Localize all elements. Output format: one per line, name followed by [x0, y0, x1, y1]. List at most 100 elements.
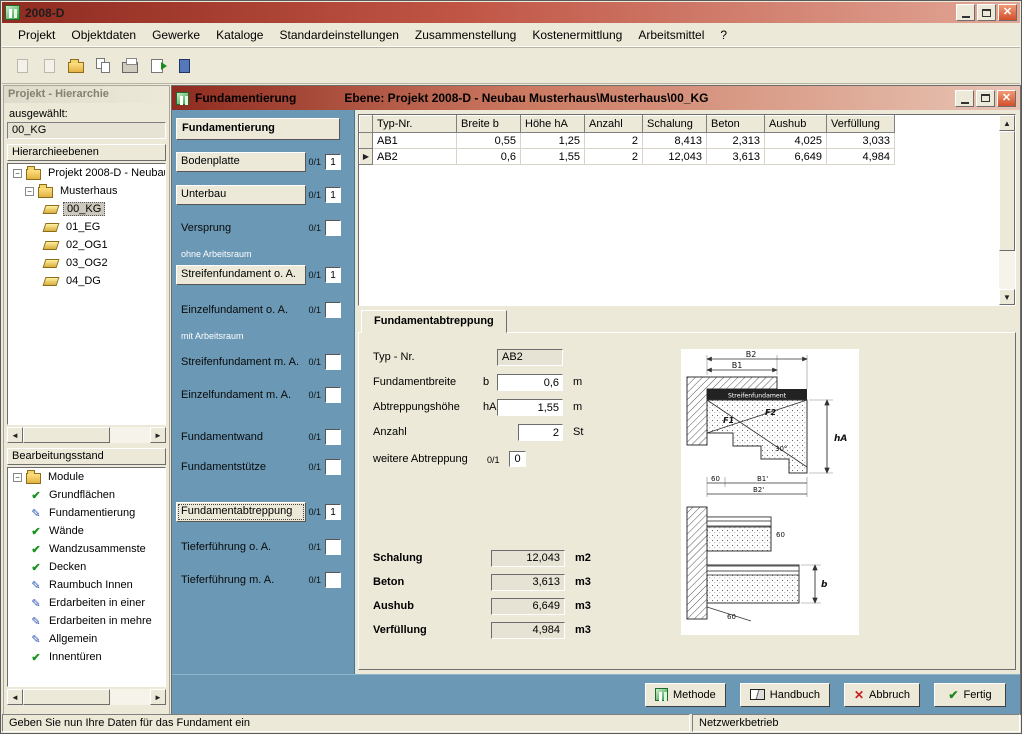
cell-hoehe[interactable]: 1,55	[521, 149, 585, 165]
streifenfundament-oa-button[interactable]: Streifenfundament o. A.	[176, 265, 306, 285]
table-row-ab2-selected[interactable]: ▶ AB2 0,6 1,55 2 12,043 3,613 6,649 4,98…	[360, 149, 895, 165]
tree-node-01eg[interactable]: 01_EG	[8, 218, 165, 236]
unterbau-button[interactable]: Unterbau	[176, 185, 306, 205]
menu-kostenermittlung[interactable]: Kostenermittlung	[524, 25, 630, 45]
tree-node-root[interactable]: − Projekt 2008-D - Neubau	[8, 164, 165, 182]
col-hoehe[interactable]: Höhe hA	[521, 116, 585, 133]
scroll-right-icon[interactable]: ►	[150, 689, 166, 705]
cell-schalung[interactable]: 8,413	[643, 133, 707, 149]
weitere-abtreppung-input[interactable]	[509, 451, 526, 467]
cell-beton[interactable]: 2,313	[707, 133, 765, 149]
module-label[interactable]: Decken	[46, 561, 89, 573]
close-button[interactable]: ✕	[997, 90, 1016, 107]
module-label[interactable]: Wände	[46, 525, 87, 537]
scroll-down-icon[interactable]: ▼	[999, 289, 1015, 305]
tab-fundamentabtreppung[interactable]: Fundamentabtreppung	[361, 310, 507, 333]
tree-node-label-selected[interactable]: 00_KG	[63, 202, 105, 216]
abtreppungshoehe-input[interactable]	[497, 399, 563, 416]
fundamentstuetze-count-field[interactable]	[325, 459, 341, 475]
modules-horizontal-scrollbar[interactable]: ◄ ►	[7, 689, 166, 705]
menu-gewerke[interactable]: Gewerke	[144, 25, 208, 45]
abbruch-button[interactable]: ✕ Abbruch	[844, 683, 920, 707]
fertig-button[interactable]: ✔ Fertig	[934, 683, 1006, 707]
tree-node-00kg[interactable]: 00_KG	[8, 200, 165, 218]
window-titlebar[interactable]: 2008-D ✕	[2, 2, 1020, 23]
save-button[interactable]	[37, 54, 61, 78]
module-label[interactable]: Innentüren	[46, 651, 105, 663]
tree-horizontal-scrollbar[interactable]: ◄ ►	[7, 427, 166, 443]
module-item[interactable]: Erdarbeiten in mehre	[8, 612, 165, 630]
new-button[interactable]	[10, 54, 34, 78]
tree-node-label[interactable]: 02_OG1	[63, 239, 111, 251]
menu-arbeitsmittel[interactable]: Arbeitsmittel	[630, 25, 712, 45]
fundamentabtreppung-count-field[interactable]	[325, 504, 341, 520]
close-button[interactable]: ✕	[998, 4, 1017, 21]
exit-button[interactable]	[172, 54, 196, 78]
export-button[interactable]	[145, 54, 169, 78]
tieferfuehrung-ma-item[interactable]: Tieferführung m. A.	[176, 574, 306, 586]
bodenplatte-count-field[interactable]	[325, 154, 341, 170]
einzelfundament-oa-count-field[interactable]	[325, 302, 341, 318]
tree-node-label[interactable]: 01_EG	[63, 221, 103, 233]
cell-schalung[interactable]: 12,043	[643, 149, 707, 165]
scroll-thumb[interactable]	[23, 689, 110, 705]
menu-kataloge[interactable]: Kataloge	[208, 25, 271, 45]
module-label[interactable]: Grundflächen	[46, 489, 118, 501]
tree-node-musterhaus[interactable]: − Musterhaus	[8, 182, 165, 200]
menu-projekt[interactable]: Projekt	[10, 25, 63, 45]
module-label[interactable]: Erdarbeiten in mehre	[46, 615, 155, 627]
cell-beton[interactable]: 3,613	[707, 149, 765, 165]
col-anzahl[interactable]: Anzahl	[585, 116, 643, 133]
collapse-icon[interactable]: −	[13, 169, 22, 178]
tree-node-04dg[interactable]: 04_DG	[8, 272, 165, 290]
module-item[interactable]: Raumbuch Innen	[8, 576, 165, 594]
col-aushub[interactable]: Aushub	[765, 116, 827, 133]
cell-breite[interactable]: 0,55	[457, 133, 521, 149]
streifenfundament-ma-count-field[interactable]	[325, 354, 341, 370]
cell-aushub[interactable]: 4,025	[765, 133, 827, 149]
fundamentierung-titlebar[interactable]: Fundamentierung Ebene: Projekt 2008-D - …	[172, 86, 1020, 110]
scroll-up-icon[interactable]: ▲	[999, 115, 1015, 131]
minimize-button[interactable]	[955, 90, 974, 107]
cell-verfuellung[interactable]: 4,984	[827, 149, 895, 165]
tree-node-label[interactable]: Musterhaus	[57, 185, 120, 197]
scroll-right-icon[interactable]: ►	[150, 427, 166, 443]
maximize-button[interactable]	[976, 90, 995, 107]
status-header[interactable]: Bearbeitungsstand	[7, 448, 166, 465]
tree-node-label[interactable]: Module	[45, 471, 87, 483]
print-button[interactable]	[118, 54, 142, 78]
einzelfundament-ma-count-field[interactable]	[325, 387, 341, 403]
cell-anzahl[interactable]: 2	[585, 133, 643, 149]
module-label[interactable]: Allgemein	[46, 633, 100, 645]
copy-button[interactable]	[91, 54, 115, 78]
scroll-left-icon[interactable]: ◄	[7, 427, 23, 443]
cell-aushub[interactable]: 6,649	[765, 149, 827, 165]
streifenfundament-ma-item[interactable]: Streifenfundament m. A.	[176, 356, 306, 368]
module-label[interactable]: Raumbuch Innen	[46, 579, 136, 591]
cell-typ[interactable]: AB2	[373, 149, 457, 165]
col-typ-nr[interactable]: Typ-Nr.	[373, 116, 457, 133]
tree-node-module[interactable]: − Module	[8, 468, 165, 486]
maximize-button[interactable]	[977, 4, 996, 21]
fundamentwand-item[interactable]: Fundamentwand	[176, 431, 306, 443]
col-verfuellung[interactable]: Verfüllung	[827, 116, 895, 133]
einzelfundament-ma-item[interactable]: Einzelfundament m. A.	[176, 389, 306, 401]
open-button[interactable]	[64, 54, 88, 78]
tree-node-label[interactable]: 04_DG	[63, 275, 104, 287]
scroll-thumb[interactable]	[23, 427, 110, 443]
tieferfuehrung-oa-item[interactable]: Tieferführung o. A.	[176, 541, 306, 553]
levels-header[interactable]: Hierarchieebenen	[7, 144, 166, 161]
module-item[interactable]: Fundamentierung	[8, 504, 165, 522]
tree-node-label[interactable]: Projekt 2008-D - Neubau	[45, 167, 165, 179]
versprung-count-field[interactable]	[325, 220, 341, 236]
scroll-thumb[interactable]	[999, 131, 1015, 251]
collapse-icon[interactable]: −	[13, 473, 22, 482]
scroll-left-icon[interactable]: ◄	[7, 689, 23, 705]
fundamentstuetze-item[interactable]: Fundamentstütze	[176, 461, 306, 473]
einzelfundament-oa-item[interactable]: Einzelfundament o. A.	[176, 304, 306, 316]
module-item[interactable]: Innentüren	[8, 648, 165, 666]
cell-verfuellung[interactable]: 3,033	[827, 133, 895, 149]
fundamentwand-count-field[interactable]	[325, 429, 341, 445]
grid-vertical-scrollbar[interactable]: ▲ ▼	[999, 115, 1015, 305]
module-label[interactable]: Wandzusammenste	[46, 543, 149, 555]
